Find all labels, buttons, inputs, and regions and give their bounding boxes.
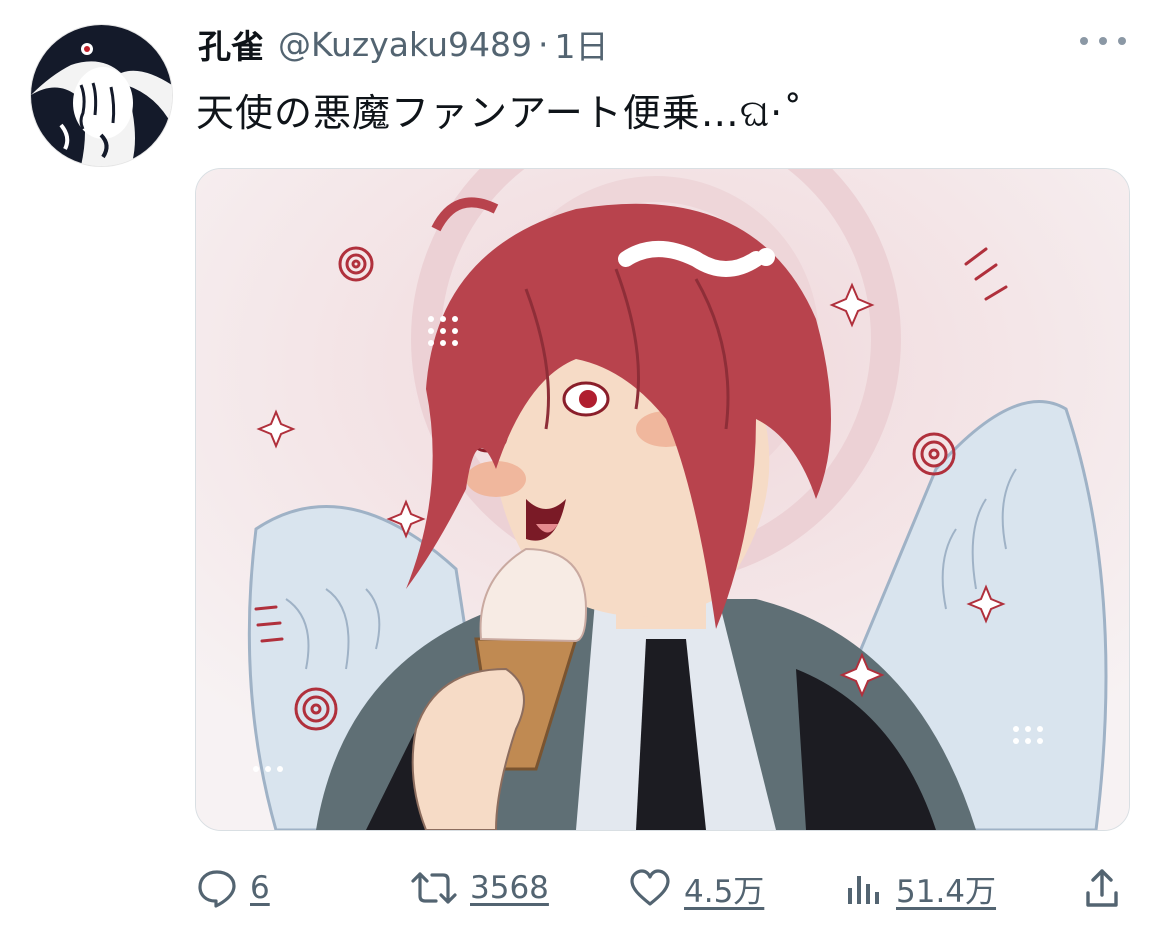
like-button[interactable]: 4.5万	[628, 860, 764, 916]
tweet-action-bar: 6 3568 4.5万 51.4万	[196, 860, 1124, 916]
avatar[interactable]	[30, 24, 173, 167]
illustration-angel-with-ice-cream	[196, 169, 1129, 830]
reply-button[interactable]: 6	[196, 860, 270, 916]
speech-bubble-icon	[198, 870, 236, 908]
heart-icon	[630, 869, 670, 906]
bar-chart-icon	[848, 876, 879, 904]
views-count: 51.4万	[896, 873, 997, 910]
separator-dot: ·	[537, 24, 549, 64]
retweet-button[interactable]: 3568	[410, 860, 549, 916]
reply-count: 6	[250, 870, 270, 906]
like-count: 4.5万	[684, 873, 765, 910]
retweet-count: 3568	[470, 870, 549, 906]
tweet-header: 孔雀 @Kuzyaku9489 · 1日	[198, 20, 608, 68]
avatar-image	[31, 25, 172, 166]
user-handle[interactable]: @Kuzyaku9489	[278, 25, 532, 64]
tweet-media-image[interactable]	[195, 168, 1130, 831]
views-button[interactable]: 51.4万	[844, 860, 996, 916]
retweet-arrows-icon	[411, 872, 457, 904]
tweet-card[interactable]: 孔雀 @Kuzyaku9489 · 1日 天使の悪魔ファンアート便乗…ଘ·˚ 6…	[0, 0, 1163, 944]
more-horizontal-icon[interactable]	[1080, 26, 1126, 56]
display-name[interactable]: 孔雀	[198, 20, 264, 68]
share-button[interactable]	[1084, 860, 1120, 916]
tweet-text: 天使の悪魔ファンアート便乗…ଘ·˚	[196, 91, 804, 135]
timestamp[interactable]: 1日	[554, 20, 608, 68]
upload-icon	[1086, 869, 1118, 907]
